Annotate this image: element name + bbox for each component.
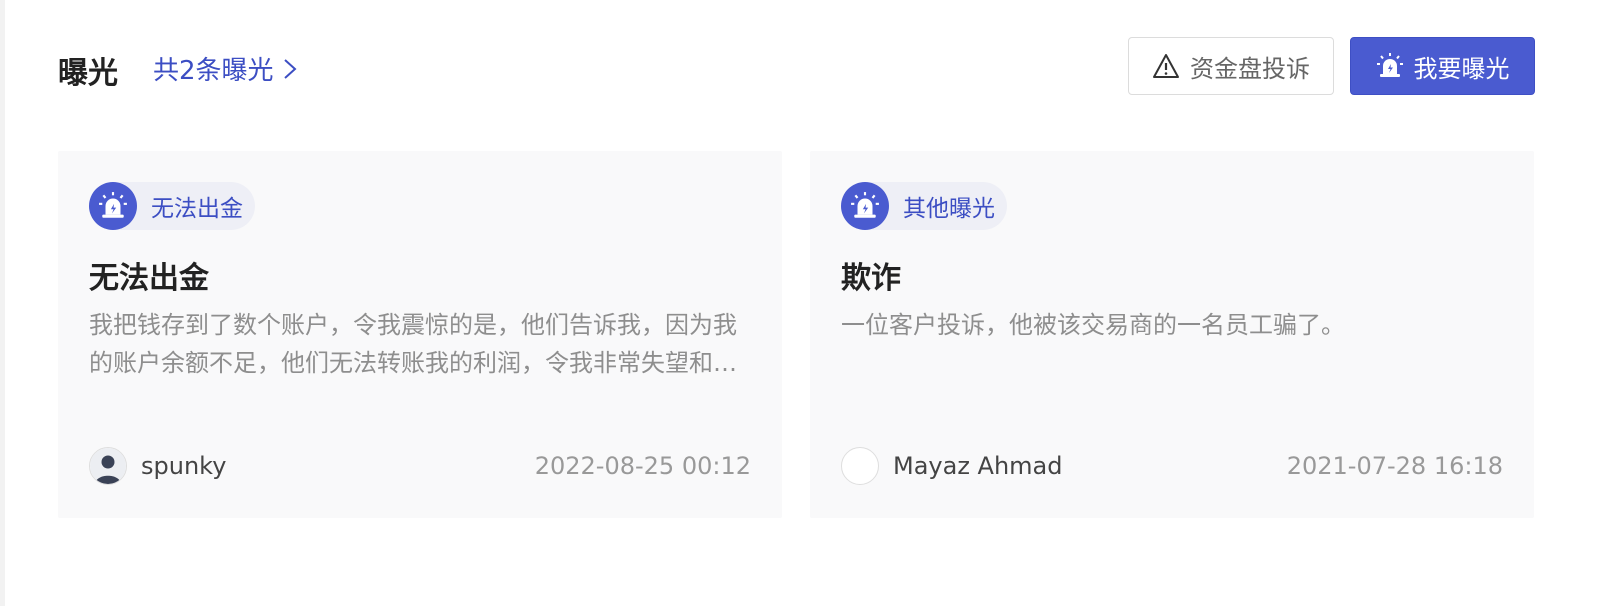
exposure-count-link[interactable]: 共2条曝光 [153, 50, 298, 87]
expose-label: 我要曝光 [1413, 54, 1510, 83]
category-tag: 其他曝光 [841, 182, 1007, 230]
card-title: 欺诈 [841, 261, 901, 296]
avatar-icon [841, 447, 879, 485]
card-description: 一位客户投诉，他被该交易商的一名员工骗了。 [841, 311, 1345, 339]
category-tag-label: 无法出金 [151, 196, 243, 222]
exposure-card[interactable]: 其他曝光 欺诈 一位客户投诉，他被该交易商的一名员工骗了。 Mayaz Ahma… [810, 151, 1534, 518]
author-name: spunky [141, 452, 227, 480]
category-tag-label: 其他曝光 [903, 196, 995, 222]
warning-icon [1153, 54, 1179, 78]
exposure-panel: 曝光 共2条曝光 资金盘投诉 我要曝光 无法出金 无法出金 我把钱存到了数个账户… [0, 0, 1606, 606]
alarm-icon [841, 182, 889, 230]
chevron-right-icon [283, 58, 297, 79]
fund-complaint-button[interactable]: 资金盘投诉 [1128, 37, 1334, 95]
card-author: spunky [89, 447, 226, 485]
fund-complaint-label: 资金盘投诉 [1190, 54, 1310, 83]
card-description: 我把钱存到了数个账户，令我震惊的是，他们告诉我，因为我的账户余额不足，他们无法转… [89, 311, 737, 377]
exposure-count-label: 共2条曝光 [153, 56, 274, 86]
expose-button[interactable]: 我要曝光 [1350, 37, 1535, 95]
card-title: 无法出金 [89, 261, 209, 296]
card-date: 2022-08-25 00:12 [534, 452, 751, 480]
author-name: Mayaz Ahmad [893, 452, 1063, 480]
exposure-card[interactable]: 无法出金 无法出金 我把钱存到了数个账户，令我震惊的是，他们告诉我，因为我的账户… [58, 151, 782, 518]
category-tag: 无法出金 [89, 182, 255, 230]
card-author: Mayaz Ahmad [841, 447, 1063, 485]
avatar-icon [89, 447, 127, 485]
alarm-icon [89, 182, 137, 230]
section-title: 曝光 [58, 56, 118, 91]
alarm-icon [1376, 53, 1403, 77]
section-header: 曝光 共2条曝光 资金盘投诉 我要曝光 [58, 36, 1535, 98]
card-date: 2021-07-28 16:18 [1286, 452, 1503, 480]
